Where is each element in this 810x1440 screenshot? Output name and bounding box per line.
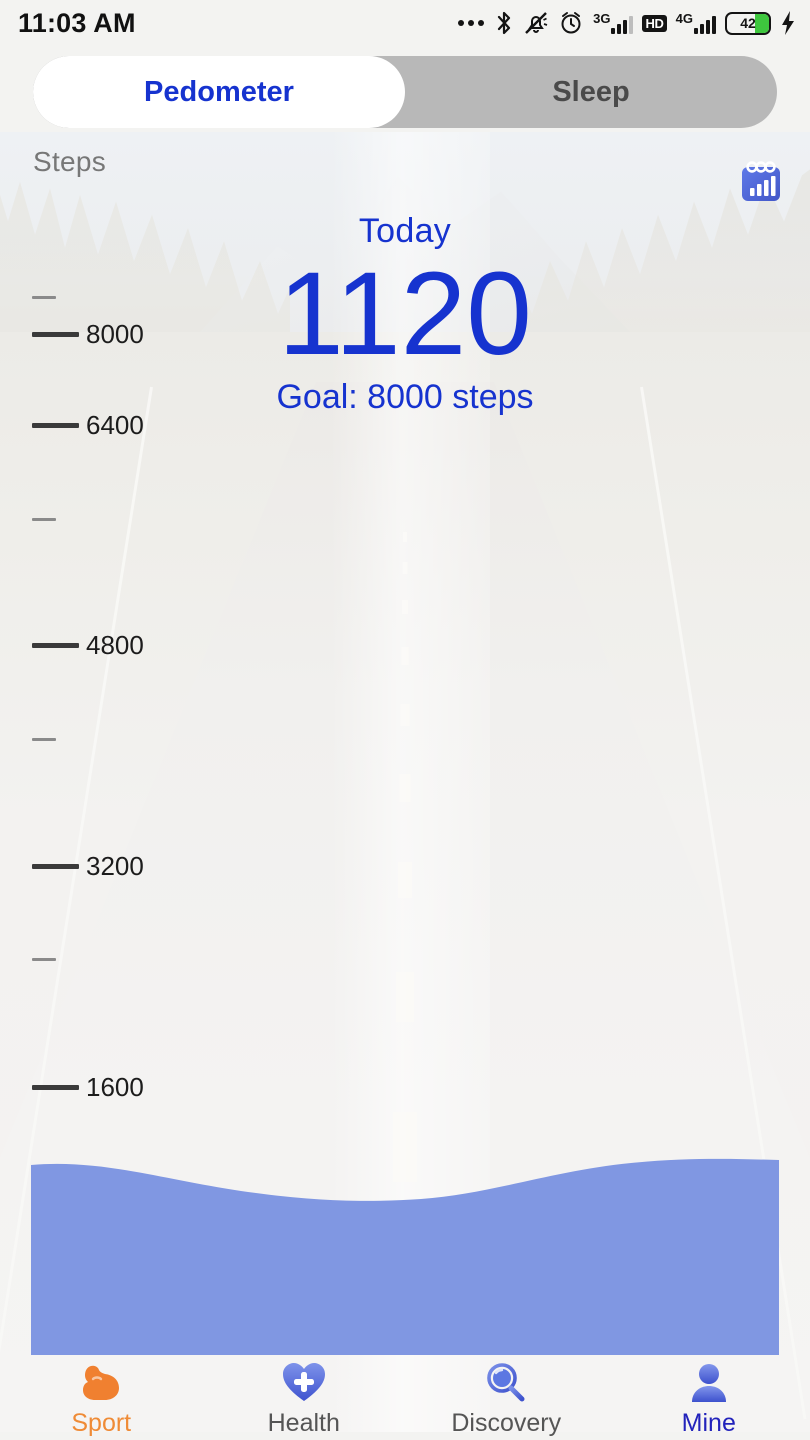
tab-sleep[interactable]: Sleep (405, 56, 777, 128)
nav-label-health: Health (267, 1409, 340, 1437)
magnifier-icon (483, 1359, 529, 1407)
bottom-navigation-bar[interactable]: Sport Health Discovery Mine (0, 1355, 810, 1440)
history-chart-button[interactable] (736, 158, 786, 208)
steps-readout: Today 1120 Goal: 8000 steps (0, 212, 810, 417)
tab-pedometer[interactable]: Pedometer (33, 56, 405, 128)
more-dots-icon (458, 20, 485, 26)
steps-count: 1120 (278, 248, 532, 380)
mute-bell-icon (523, 10, 549, 36)
nav-label-discovery: Discovery (451, 1409, 562, 1437)
nav-item-sport[interactable]: Sport (0, 1355, 203, 1440)
nav-item-health[interactable]: Health (203, 1355, 406, 1440)
y-tick-3200: 3200 (32, 851, 144, 882)
status-bar: 11:03 AM 3G HD 4G 42 (0, 0, 810, 46)
y-tick-label: 3200 (86, 851, 144, 881)
today-label: Today (358, 212, 452, 250)
y-tick-1600: 1600 (32, 1072, 144, 1103)
person-icon (686, 1359, 732, 1407)
signal-4g-icon: 4G (676, 12, 716, 34)
network-3g-label: 3G (593, 11, 611, 26)
alarm-clock-icon (558, 10, 584, 36)
mode-tab-bar[interactable]: Pedometer Sleep (33, 56, 777, 128)
battery-percent-label: 42 (740, 15, 756, 31)
network-4g-label: 4G (675, 11, 693, 26)
charging-bolt-icon (780, 10, 796, 36)
nav-item-mine[interactable]: Mine (608, 1355, 810, 1440)
bar-chart-calendar-icon (742, 161, 780, 201)
chart-y-axis-title: Steps (33, 146, 107, 177)
hd-icon: HD (642, 14, 667, 32)
nav-label-mine: Mine (681, 1409, 736, 1437)
signal-3g-icon: 3G (593, 11, 634, 34)
y-tick-label: 4800 (86, 630, 144, 660)
y-tick-2400 (32, 958, 56, 961)
y-tick-4800: 4800 (32, 630, 144, 661)
battery-icon: 42 (725, 11, 771, 35)
y-tick-4000 (32, 738, 56, 741)
wave-area-shape (31, 1158, 779, 1355)
bluetooth-icon (494, 10, 514, 36)
nav-item-discovery[interactable]: Discovery (405, 1355, 608, 1440)
nav-label-sport: Sport (71, 1409, 132, 1437)
app-screen: 11:03 AM 3G HD 4G 42 Pedometer Sleep Ste… (0, 0, 810, 1440)
y-tick-label: 1600 (86, 1072, 144, 1102)
steps-progress-wave (31, 1155, 779, 1355)
bicep-muscle-icon (78, 1359, 124, 1407)
y-tick-5600 (32, 518, 56, 521)
status-bar-clock: 11:03 AM (18, 7, 136, 38)
heart-plus-icon (281, 1359, 327, 1407)
goal-label: Goal: 8000 steps (276, 377, 534, 416)
status-bar-icons: 3G HD 4G 42 (458, 10, 796, 36)
